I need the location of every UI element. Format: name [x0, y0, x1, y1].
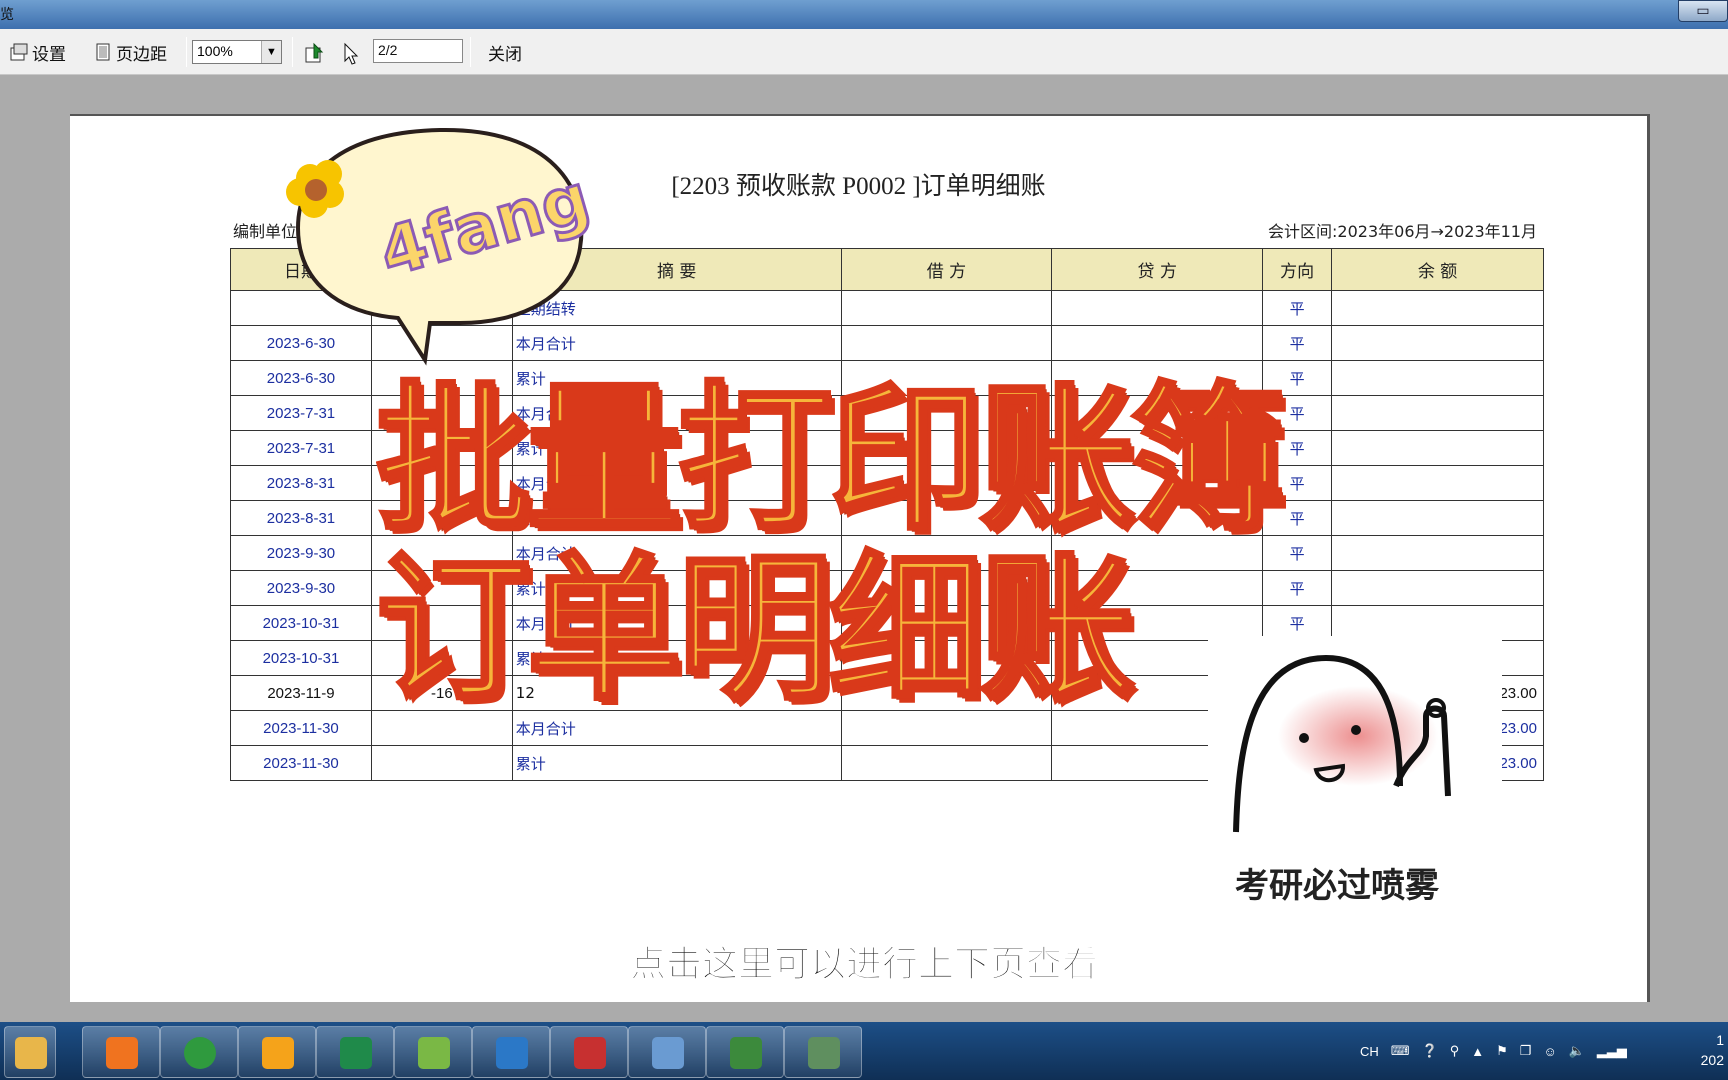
- office-icon: [106, 1037, 138, 1069]
- window-title-bar: 览 ▭: [0, 0, 1728, 29]
- page-number-field[interactable]: 2/2: [373, 39, 463, 63]
- page-icon: [96, 43, 110, 61]
- settings-icon: [10, 43, 28, 61]
- clock-time: 1: [1716, 1032, 1724, 1048]
- taskbar-button[interactable]: [160, 1026, 238, 1078]
- cell-credit: [1051, 290, 1264, 326]
- taskbar-button[interactable]: [316, 1026, 394, 1078]
- help-icon[interactable]: ❔: [1422, 1043, 1438, 1059]
- cell-date: 2023-9-30: [230, 570, 372, 606]
- headline-line-1: 批量打印账簿: [374, 368, 1287, 552]
- mascot-caption: 考研必过喷雾: [1235, 866, 1439, 906]
- close-button[interactable]: 关闭: [488, 29, 522, 75]
- clock[interactable]: 1 202: [1701, 1030, 1724, 1070]
- cursor-icon: [344, 42, 359, 65]
- zoom-value: 100%: [197, 43, 233, 59]
- print-preview-toolbar: 设置 页边距 100% ▼ 2/2 关闭: [0, 29, 1728, 75]
- system-tray: CH ⌨ ❔ ⚲ ▲ ⚑ ❐ ☺ 🔈 ▂▃▅: [1360, 1022, 1627, 1080]
- minimize-button[interactable]: ▭: [1678, 0, 1728, 22]
- excel-icon: [340, 1037, 372, 1069]
- cell-balance: [1331, 325, 1544, 361]
- windows-taskbar: CH ⌨ ❔ ⚲ ▲ ⚑ ❐ ☺ 🔈 ▂▃▅ 1 202: [0, 1022, 1728, 1080]
- taskbar-button[interactable]: [4, 1026, 56, 1078]
- cell-balance: [1331, 290, 1544, 326]
- notepad-plus-plus-icon: [418, 1037, 450, 1069]
- window-title: 览: [0, 7, 14, 23]
- cell-date: 2023-11-9: [230, 675, 372, 711]
- taskbar-button[interactable]: [784, 1026, 862, 1078]
- cell-date: 2023-10-31: [230, 605, 372, 641]
- chrome-icon: [184, 1037, 216, 1069]
- cell-balance: [1331, 430, 1544, 466]
- cell-dir: 平: [1262, 290, 1333, 326]
- clipboard-icon[interactable]: ❐: [1520, 1043, 1532, 1059]
- network-icon[interactable]: ▂▃▅: [1597, 1043, 1627, 1059]
- cell-credit: [1051, 325, 1264, 361]
- video-subtitle: 点击这里可以进行上下页查看: [629, 944, 1098, 986]
- settings-label: 设置: [32, 44, 66, 65]
- cell-date: 2023-11-30: [230, 710, 372, 746]
- column-header: 借 方: [840, 248, 1053, 291]
- 4fang-app-icon: [574, 1037, 606, 1069]
- calendar-icon: [730, 1037, 762, 1069]
- monitor-icon: [808, 1037, 840, 1069]
- chevron-down-icon[interactable]: ▼: [261, 41, 281, 63]
- toolbar-divider: [470, 37, 471, 67]
- volume-icon[interactable]: 🔈: [1569, 1043, 1585, 1059]
- cell-balance: [1331, 360, 1544, 396]
- cell-balance: [1331, 465, 1544, 501]
- clock-date: 202: [1700, 1052, 1724, 1068]
- keyboard-icon[interactable]: ⌨: [1391, 1043, 1410, 1059]
- taskbar-button[interactable]: [238, 1026, 316, 1078]
- toolbar-divider: [186, 37, 187, 67]
- app-icon: [262, 1037, 294, 1069]
- vscode-icon: [496, 1037, 528, 1069]
- margins-label: 页边距: [116, 44, 167, 65]
- taskbar-button[interactable]: [706, 1026, 784, 1078]
- speech-bubble-logo: 4fang: [286, 127, 599, 366]
- taskbar-button[interactable]: [472, 1026, 550, 1078]
- cell-date: 2023-10-31: [230, 640, 372, 676]
- cell-balance: [1331, 570, 1544, 606]
- cell-date: 2023-7-31: [230, 395, 372, 431]
- column-header: 余 额: [1331, 248, 1544, 291]
- cell-balance: [1331, 395, 1544, 431]
- column-header: 方向: [1262, 248, 1333, 291]
- column-header: 贷 方: [1051, 248, 1264, 291]
- cell-balance: [1331, 535, 1544, 571]
- zoom-select[interactable]: 100% ▼: [192, 40, 282, 64]
- toolbar-divider: [292, 37, 293, 67]
- file-explorer-icon: [15, 1037, 47, 1069]
- cell-balance: [1331, 500, 1544, 536]
- previous-page-icon[interactable]: [304, 42, 326, 64]
- tray-expand-icon[interactable]: ▲: [1471, 1044, 1484, 1059]
- settings-button[interactable]: 设置: [10, 29, 66, 75]
- margins-button[interactable]: 页边距: [94, 29, 167, 75]
- taskbar-button[interactable]: [550, 1026, 628, 1078]
- control-panel-icon: [652, 1037, 684, 1069]
- cell-date: 2023-9-30: [230, 535, 372, 571]
- cell-debit: [840, 290, 1053, 326]
- cell-summary: 累计: [511, 745, 842, 781]
- taskbar-button[interactable]: [394, 1026, 472, 1078]
- flag-icon[interactable]: ⚑: [1496, 1043, 1508, 1059]
- cell-date: 2023-7-31: [230, 430, 372, 466]
- taskbar-button[interactable]: [628, 1026, 706, 1078]
- cell-dir: 平: [1262, 325, 1333, 361]
- language-indicator[interactable]: CH: [1360, 1044, 1379, 1059]
- period-label: 会计区间:2023年06月→2023年11月: [1268, 222, 1537, 241]
- pin-icon[interactable]: ⚲: [1450, 1043, 1460, 1059]
- cell-date: 2023-11-30: [230, 745, 372, 781]
- taskbar-button[interactable]: [82, 1026, 160, 1078]
- cell-voucher: [370, 745, 513, 781]
- qq-icon[interactable]: ☺: [1543, 1044, 1556, 1059]
- cell-debit: [840, 325, 1053, 361]
- cell-debit: [840, 745, 1053, 781]
- cell-date: 2023-8-31: [230, 500, 372, 536]
- cell-date: 2023-8-31: [230, 465, 372, 501]
